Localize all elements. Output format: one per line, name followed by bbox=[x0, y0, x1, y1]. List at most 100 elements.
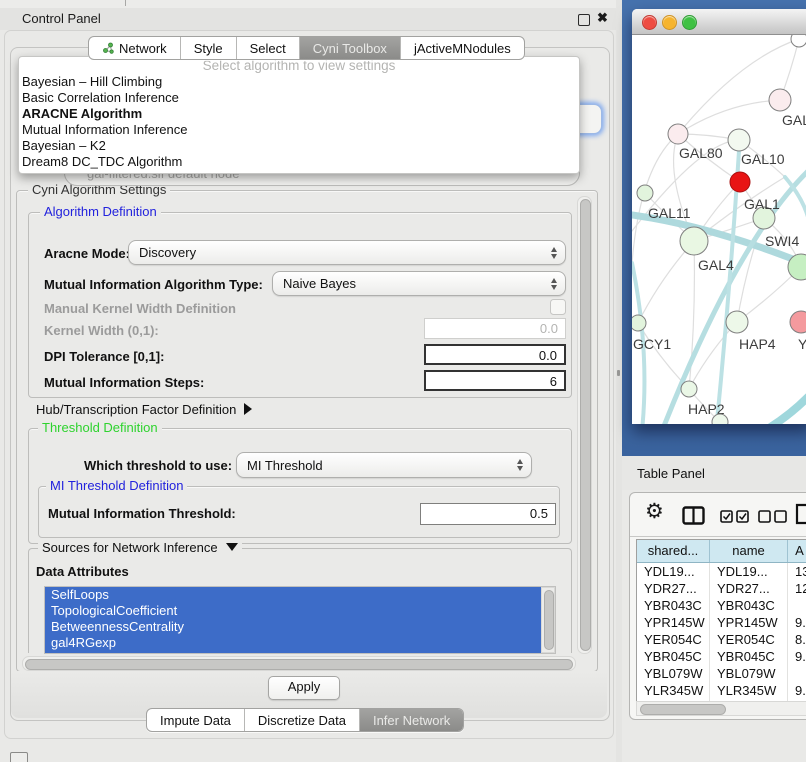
algorithm-option[interactable]: Bayesian – Hill Climbing bbox=[19, 74, 579, 90]
data-attribute-item[interactable]: gal4RGexp bbox=[45, 635, 542, 651]
tab-discretize-data[interactable]: Discretize Data bbox=[245, 709, 360, 731]
show-columns-icon[interactable] bbox=[682, 506, 705, 525]
algorithm-option[interactable]: Bayesian – K2 bbox=[19, 138, 579, 154]
network-tab-icon bbox=[102, 42, 114, 54]
table-cell[interactable]: YER054C bbox=[710, 631, 788, 648]
tab-jactivemnodules[interactable]: jActiveMNodules bbox=[401, 37, 524, 59]
table-cell[interactable]: YBL079W bbox=[710, 665, 788, 682]
close-panel-icon[interactable]: ✖ bbox=[597, 10, 608, 26]
minimize-window-icon[interactable] bbox=[662, 15, 677, 30]
table-cell[interactable]: 8. bbox=[788, 631, 806, 648]
table-cell[interactable]: YBR045C bbox=[710, 648, 788, 665]
table-row: YLR345WYLR345W9. bbox=[637, 682, 806, 699]
which-threshold-combobox[interactable]: MI Threshold bbox=[236, 452, 532, 478]
network-window[interactable]: GALGAL80GAL10GAL1GAL11SWI4GAL4GCY1HAP4YH… bbox=[632, 9, 806, 424]
mi-steps-field[interactable]: 6 bbox=[424, 370, 566, 391]
tab-network[interactable]: Network bbox=[89, 37, 181, 59]
deselect-all-columns-icon[interactable] bbox=[758, 510, 788, 523]
table-cell[interactable] bbox=[788, 597, 806, 614]
apply-button[interactable]: Apply bbox=[268, 676, 340, 700]
table-cell[interactable]: YDR27... bbox=[710, 580, 788, 597]
hub-definition-toggle[interactable]: Hub/Transcription Factor Definition bbox=[36, 402, 252, 418]
function-builder-icon[interactable] bbox=[795, 503, 806, 525]
table-cell[interactable]: 9. bbox=[788, 648, 806, 665]
table-column-header[interactable]: A bbox=[788, 540, 806, 562]
settings-horizontal-scrollbar[interactable] bbox=[22, 656, 576, 671]
manual-kernel-checkbox[interactable] bbox=[550, 299, 566, 315]
algorithm-option[interactable]: Dream8 DC_TDC Algorithm bbox=[19, 154, 579, 170]
zoom-window-icon[interactable] bbox=[682, 15, 697, 30]
aracne-mode-label: Aracne Mode: bbox=[44, 246, 130, 262]
table-cell[interactable] bbox=[788, 665, 806, 682]
table-cell[interactable]: 13 bbox=[788, 563, 806, 580]
data-attribute-item[interactable]: BetweennessCentrality bbox=[45, 619, 542, 635]
network-node[interactable] bbox=[680, 227, 708, 255]
tab-infer-network[interactable]: Infer Network bbox=[360, 709, 463, 731]
table-cell[interactable]: YLR345W bbox=[637, 682, 710, 699]
tab-style[interactable]: Style bbox=[181, 37, 237, 59]
combo-spinner-icon bbox=[551, 247, 557, 259]
table-cell[interactable]: YLR345W bbox=[710, 682, 788, 699]
network-node[interactable] bbox=[637, 185, 653, 201]
control-panel-title: Control Panel bbox=[22, 11, 101, 27]
table-cell[interactable]: 12 bbox=[788, 580, 806, 597]
algorithm-option[interactable]: Mutual Information Inference bbox=[19, 122, 579, 138]
table-header-row: shared...nameA bbox=[637, 540, 806, 563]
network-node[interactable] bbox=[728, 129, 750, 151]
select-all-columns-icon[interactable] bbox=[720, 510, 750, 523]
network-edge[interactable] bbox=[678, 39, 799, 134]
network-node[interactable] bbox=[681, 381, 697, 397]
tab-cyni-toolbox[interactable]: Cyni Toolbox bbox=[300, 37, 401, 59]
table-horizontal-scrollbar[interactable] bbox=[636, 701, 806, 716]
float-panel-icon[interactable] bbox=[578, 14, 590, 26]
table-cell[interactable]: YBR043C bbox=[637, 597, 710, 614]
table-cell[interactable]: YER054C bbox=[637, 631, 710, 648]
panel-grip-icon[interactable] bbox=[10, 752, 28, 762]
network-edge[interactable] bbox=[638, 241, 694, 323]
network-window-titlebar[interactable] bbox=[632, 9, 806, 35]
table-cell[interactable]: YBR045C bbox=[637, 648, 710, 665]
mi-type-combobox[interactable]: Naive Bayes bbox=[272, 271, 566, 296]
network-node[interactable] bbox=[730, 172, 750, 192]
table-cell[interactable]: YDL19... bbox=[637, 563, 710, 580]
dpi-tolerance-field[interactable]: 0.0 bbox=[424, 344, 566, 365]
network-node[interactable] bbox=[790, 311, 806, 333]
table-cell[interactable]: YDR27... bbox=[637, 580, 710, 597]
algorithm-option[interactable]: Basic Correlation Inference bbox=[19, 90, 579, 106]
tab-impute-data[interactable]: Impute Data bbox=[147, 709, 245, 731]
table-cell[interactable]: YDL19... bbox=[710, 563, 788, 580]
table-column-header[interactable]: shared... bbox=[637, 540, 710, 562]
table-row: YBR043CYBR043C bbox=[637, 597, 806, 614]
network-node[interactable] bbox=[791, 35, 806, 47]
kernel-width-field[interactable]: 0.0 bbox=[424, 318, 566, 339]
table-cell[interactable]: 9. bbox=[788, 614, 806, 631]
table-column-header[interactable]: name bbox=[710, 540, 788, 562]
network-node[interactable] bbox=[632, 315, 646, 331]
top-strip-tick bbox=[125, 0, 126, 6]
attributes-list-scrollbar[interactable] bbox=[541, 587, 555, 653]
network-node-label: GAL80 bbox=[679, 145, 723, 161]
data-attribute-item[interactable]: SelfLoops bbox=[45, 587, 542, 603]
network-edge[interactable] bbox=[764, 397, 806, 424]
sources-toggle[interactable]: Sources for Network Inference bbox=[38, 541, 242, 555]
table-settings-gear-icon[interactable]: ⚙ bbox=[645, 501, 664, 522]
algorithm-option[interactable]: ARACNE Algorithm bbox=[19, 106, 579, 122]
settings-vertical-scrollbar[interactable] bbox=[577, 196, 592, 654]
network-node[interactable] bbox=[769, 89, 791, 111]
network-node[interactable] bbox=[726, 311, 748, 333]
network-edge[interactable] bbox=[716, 151, 739, 424]
table-cell[interactable]: YBL079W bbox=[637, 665, 710, 682]
table-cell[interactable]: YPR145W bbox=[637, 614, 710, 631]
mi-threshold-field[interactable]: 0.5 bbox=[420, 503, 556, 525]
aracne-mode-combobox[interactable]: Discovery bbox=[128, 240, 566, 265]
tab-select[interactable]: Select bbox=[237, 37, 300, 59]
table-cell[interactable]: 9. bbox=[788, 682, 806, 699]
data-attributes-list[interactable]: SelfLoopsTopologicalCoefficientBetweenne… bbox=[44, 586, 556, 654]
close-window-icon[interactable] bbox=[642, 15, 657, 30]
table-cell[interactable]: YPR145W bbox=[710, 614, 788, 631]
control-panel-bottom-tabs: Impute Data Discretize Data Infer Networ… bbox=[146, 708, 464, 732]
network-node[interactable] bbox=[668, 124, 688, 144]
data-attribute-item[interactable]: TopologicalCoefficient bbox=[45, 603, 542, 619]
divider-grip-icon bbox=[617, 370, 620, 376]
table-cell[interactable]: YBR043C bbox=[710, 597, 788, 614]
